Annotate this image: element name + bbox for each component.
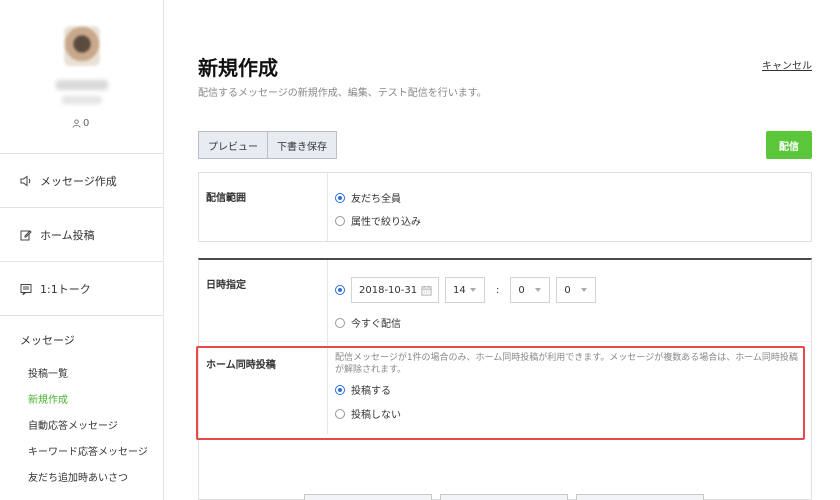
bottom-button-row [304, 494, 704, 500]
edit-icon [20, 229, 32, 241]
nav-item-label: メッセージ作成 [40, 174, 117, 188]
radio-button[interactable] [335, 317, 345, 328]
chat-icon [20, 283, 32, 295]
menu-item-post-list[interactable]: 投稿一覧 [0, 362, 163, 388]
audience-option-all[interactable]: 友だち全員 [335, 190, 811, 205]
chevron-down-icon [534, 287, 542, 293]
toolbar: プレビュー 下書き保存 [198, 131, 337, 159]
minute-value: 0 [518, 284, 525, 296]
page-title: 新規作成 [198, 56, 278, 80]
preview-button[interactable]: プレビュー [198, 131, 268, 159]
sidebar: 0 メッセージ作成 ホーム投稿 1:1トーク メッセージ 投稿一覧 新規作成 自… [0, 0, 164, 500]
audience-label: 配信範囲 [199, 173, 328, 241]
calendar-icon[interactable] [421, 285, 432, 296]
second-value: 0 [564, 284, 571, 296]
nav-item-label: ホーム投稿 [40, 228, 95, 242]
page-description: 配信するメッセージの新規作成、編集、テスト配信を行います。 [198, 88, 487, 99]
cancel-link[interactable]: キャンセル [762, 57, 812, 72]
nav-item-create-message[interactable]: メッセージ作成 [0, 154, 163, 208]
person-icon [72, 119, 81, 128]
chevron-down-icon [580, 287, 588, 293]
menu-item-auto-reply[interactable]: 自動応答メッセージ [0, 414, 163, 440]
highlight-box [196, 346, 805, 440]
bottom-button[interactable] [440, 494, 568, 500]
account-id-blurred [62, 96, 102, 104]
nav-item-home-post[interactable]: ホーム投稿 [0, 208, 163, 262]
avatar[interactable] [64, 26, 100, 66]
radio-button[interactable] [335, 192, 345, 203]
hour-select[interactable]: 14 [445, 277, 485, 303]
menu-item-new-create[interactable]: 新規作成 [0, 388, 163, 414]
audience-option-filter[interactable]: 属性で絞り込み [335, 213, 811, 228]
nav-item-one-on-one-talk[interactable]: 1:1トーク [0, 262, 163, 316]
minute-select[interactable]: 0 [510, 277, 551, 303]
send-button[interactable]: 配信 [766, 131, 812, 159]
follower-count: 0 [72, 118, 89, 129]
date-value: 2018-10-31 [359, 284, 418, 296]
second-select[interactable]: 0 [556, 277, 597, 303]
time-separator: : [496, 284, 500, 296]
menu-item-keyword-reply[interactable]: キーワード応答メッセージ [0, 440, 163, 466]
send-now-option[interactable]: 今すぐ配信 [335, 315, 811, 330]
account-name-blurred [56, 80, 108, 90]
chevron-down-icon [469, 287, 477, 293]
radio-label: 属性で絞り込み [351, 217, 421, 228]
message-menu-heading: メッセージ [20, 334, 75, 347]
menu-item-friend-greeting[interactable]: 友だち追加時あいさつ [0, 466, 163, 492]
save-draft-button[interactable]: 下書き保存 [268, 131, 337, 159]
hour-value: 14 [453, 284, 466, 296]
nav-item-label: 1:1トーク [40, 282, 91, 296]
radio-button[interactable] [335, 215, 345, 226]
speaker-icon [20, 175, 32, 187]
message-menu: メッセージ 投稿一覧 新規作成 自動応答メッセージ キーワード応答メッセージ 友… [0, 316, 163, 492]
date-input[interactable]: 2018-10-31 [351, 277, 439, 303]
schedule-label: 日時指定 [199, 260, 328, 341]
radio-label: 今すぐ配信 [351, 319, 401, 330]
follower-count-value: 0 [83, 118, 90, 129]
radio-label: 友だち全員 [351, 194, 401, 205]
schedule-radio[interactable] [335, 285, 345, 295]
bottom-button[interactable] [304, 494, 432, 500]
audience-section: 配信範囲 友だち全員 属性で絞り込み [198, 172, 812, 242]
account-profile: 0 [0, 0, 163, 154]
bottom-button[interactable] [576, 494, 704, 500]
